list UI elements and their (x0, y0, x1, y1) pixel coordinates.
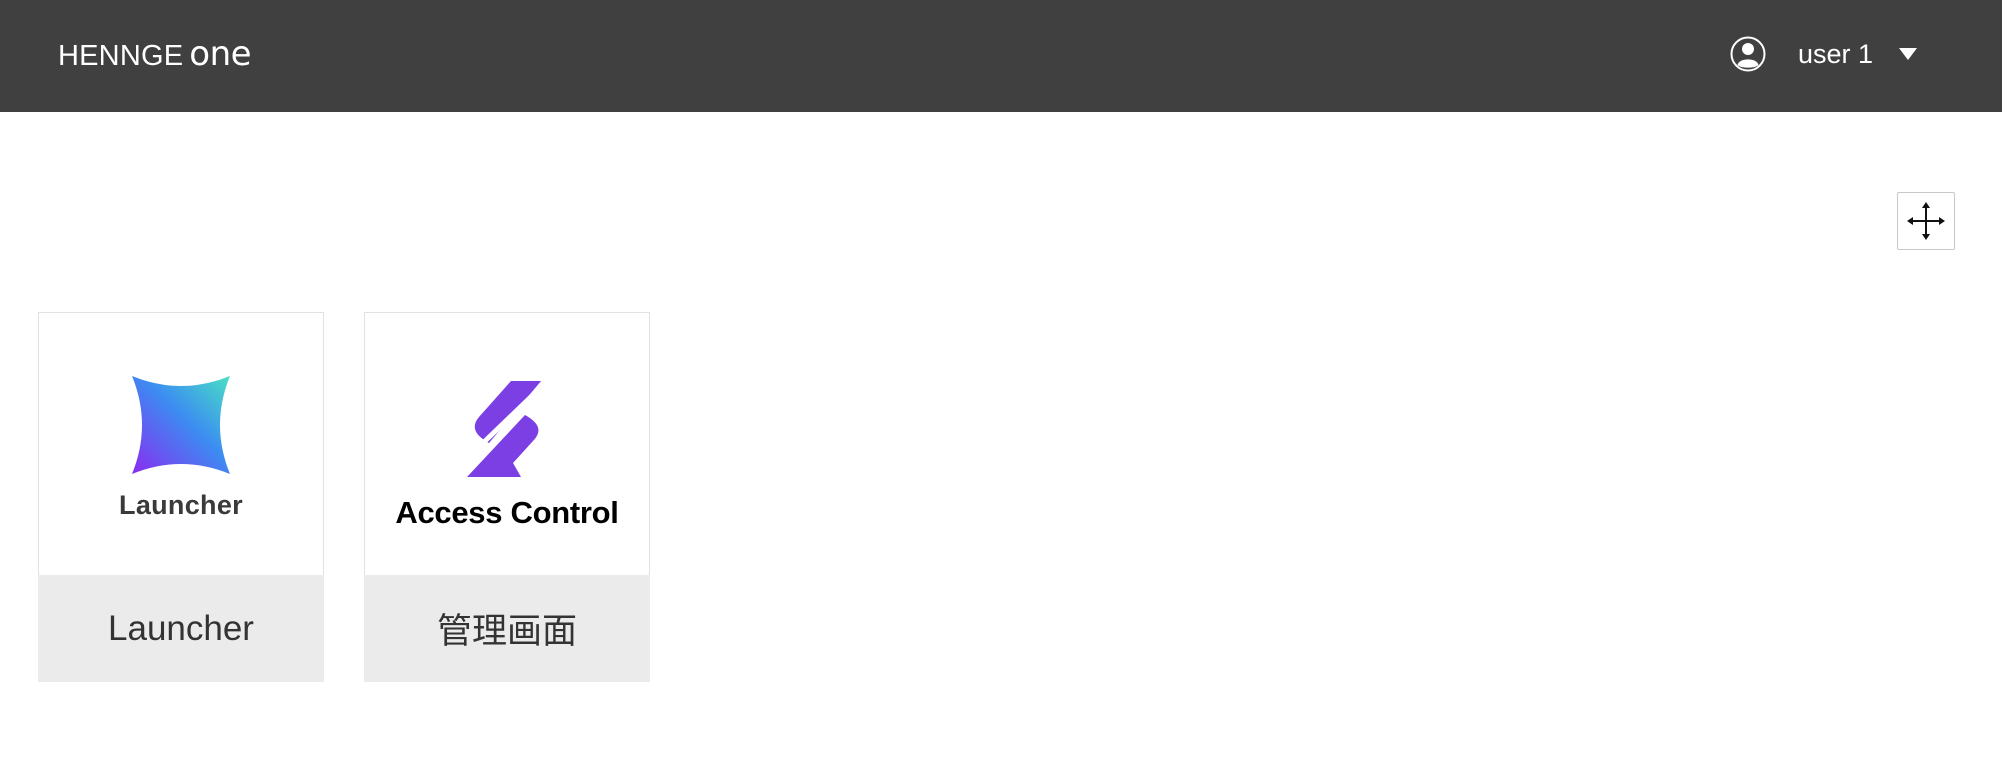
access-control-logo-text: Access Control (395, 495, 619, 530)
app-tile-logo: Launcher (39, 313, 323, 575)
app-tile-label: 管理画面 (436, 612, 577, 651)
top-navigation-bar: HENNGE one user 1 (0, 0, 2002, 112)
app-tile-access-control[interactable]: Access Control 管理画面 (364, 312, 650, 682)
user-name: user 1 (1798, 38, 1874, 69)
launcher-logo-text: Launcher (119, 490, 243, 520)
launcher-star-icon (130, 374, 232, 476)
user-menu[interactable]: user 1 (1730, 34, 1918, 74)
henngeone-logo[interactable]: HENNGE one (58, 34, 252, 74)
app-tile-label: Launcher (108, 608, 254, 648)
brand-primary: HENNGE (58, 40, 184, 72)
app-tile-label-area: 管理画面 (364, 575, 650, 682)
app-tile-launcher[interactable]: Launcher Launcher (38, 312, 324, 682)
access-control-z-icon (467, 381, 547, 477)
move-arrows-icon (1906, 201, 1946, 241)
caret-down-icon[interactable] (1899, 47, 1918, 61)
app-tile-label-area: Launcher (38, 575, 324, 682)
app-tile-logo: Access Control (365, 313, 649, 575)
rearrange-tiles-button[interactable] (1897, 192, 1955, 250)
brand-secondary: one (189, 34, 252, 74)
user-circle-icon (1730, 36, 1766, 72)
